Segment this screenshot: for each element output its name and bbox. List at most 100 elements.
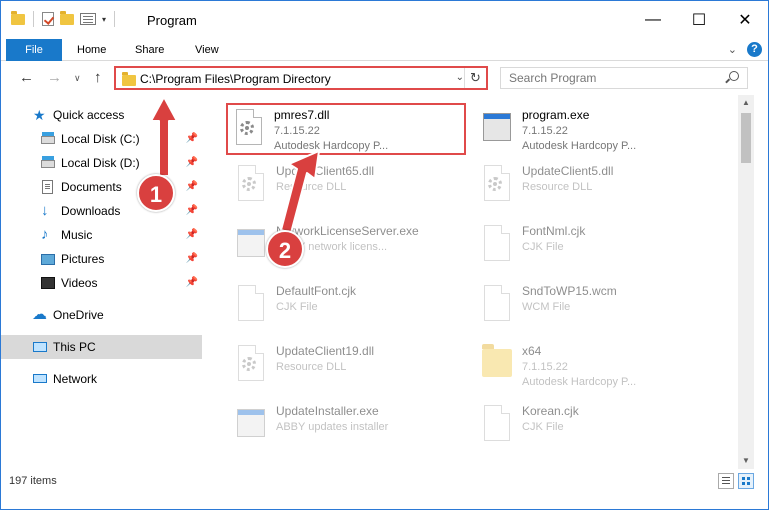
file-detail: WCM File: [522, 301, 571, 313]
pin-icon[interactable]: 📌: [186, 181, 198, 192]
details-view-icon[interactable]: [718, 473, 734, 489]
address-path: C:\Program Files\Program Directory: [140, 72, 331, 86]
file-name: Korean.cjk: [522, 404, 579, 418]
file-name: pmres7.dll: [274, 108, 330, 122]
customize-icon[interactable]: [80, 13, 96, 25]
forward-arrow-icon[interactable]: →: [47, 69, 62, 86]
search-input[interactable]: [509, 70, 709, 86]
folder-icon: [122, 72, 136, 86]
sidebar-item-label: Quick access: [53, 108, 125, 122]
toolbar-divider: [33, 11, 34, 27]
pin-icon[interactable]: 📌: [186, 205, 198, 216]
sidebar-item-label: Downloads: [61, 204, 121, 218]
file-tile-pmres7-dll[interactable]: pmres7.dll 7.1.15.22 Autodesk Hardcopy P…: [226, 103, 466, 155]
documents-icon: [42, 180, 53, 194]
file-icon: [234, 285, 266, 325]
file-tile[interactable]: DefaultFont.cjk CJK File: [228, 279, 468, 331]
file-detail: Resource DLL: [276, 361, 347, 373]
minimize-button[interactable]: —: [630, 1, 676, 39]
sidebar-item-label: Music: [61, 228, 93, 242]
file-detail: ABBY updates installer: [276, 421, 389, 433]
file-tile[interactable]: FontNml.cjk CJK File: [474, 219, 714, 271]
file-tile-program-exe[interactable]: program.exe 7.1.15.22 Autodesk Hardcopy …: [474, 103, 714, 155]
title-bar: ▾ Program — ☐ ✕: [1, 1, 768, 39]
pin-icon[interactable]: 📌: [186, 229, 198, 240]
address-bar[interactable]: C:\Program Files\Program Directory ⌄ ↻: [114, 66, 488, 90]
file-tile[interactable]: UpdateInstaller.exe ABBY updates install…: [228, 399, 468, 451]
pictures-icon: [41, 254, 55, 265]
refresh-icon[interactable]: ↻: [464, 68, 486, 88]
sidebar-item-pictures[interactable]: Pictures 📌: [1, 247, 202, 271]
file-detail: 7.1.15.22: [274, 125, 320, 137]
sidebar-item-onedrive[interactable]: ☁ OneDrive: [1, 303, 202, 327]
tab-home[interactable]: Home: [63, 39, 120, 61]
pin-icon[interactable]: 📌: [186, 277, 198, 288]
file-icon: [480, 225, 512, 265]
pin-icon[interactable]: 📌: [186, 133, 198, 144]
search-icon: [729, 71, 739, 81]
file-tile[interactable]: UpdateClient5.dll Resource DLL: [474, 159, 714, 211]
sidebar-item-music[interactable]: ♪ Music 📌: [1, 223, 202, 247]
file-name: program.exe: [522, 108, 590, 122]
dll-gear-icon: [234, 345, 266, 385]
scroll-thumb[interactable]: [741, 113, 751, 163]
close-button[interactable]: ✕: [722, 1, 768, 39]
star-icon: ★: [33, 107, 46, 123]
tab-file[interactable]: File: [6, 39, 62, 61]
tab-view[interactable]: View: [181, 39, 233, 61]
file-name: SndToWP15.wcm: [522, 284, 617, 298]
sidebar-item-quick-access[interactable]: ★ Quick access: [1, 103, 202, 127]
explorer-window: ▾ Program — ☐ ✕ File Home Share View ⌄ ?…: [0, 0, 769, 510]
sidebar-item-videos[interactable]: Videos 📌: [1, 271, 202, 295]
sidebar-item-local-disk-c[interactable]: Local Disk (C:) 📌: [1, 127, 202, 151]
file-tile[interactable]: NetworkLicenseServer.exe BBYY network li…: [228, 219, 468, 271]
disk-icon: [41, 156, 55, 168]
help-icon[interactable]: ?: [747, 42, 762, 57]
exe-icon: [234, 405, 266, 445]
file-tile[interactable]: SndToWP15.wcm WCM File: [474, 279, 714, 331]
file-tile[interactable]: UpdateClient65.dll Resource DLL: [228, 159, 468, 211]
dll-gear-icon: [234, 165, 266, 205]
maximize-button[interactable]: ☐: [676, 1, 722, 39]
properties-check-icon[interactable]: [42, 12, 54, 26]
sidebar-item-label: This PC: [53, 340, 96, 354]
new-folder-icon[interactable]: [60, 10, 74, 25]
window-controls: — ☐ ✕: [630, 1, 768, 39]
vertical-scrollbar[interactable]: ▲ ▼: [738, 95, 754, 469]
file-name: UpdateInstaller.exe: [276, 404, 379, 418]
tab-share[interactable]: Share: [121, 39, 178, 61]
pin-icon[interactable]: 📌: [186, 157, 198, 168]
scroll-down-icon[interactable]: ▼: [738, 453, 754, 469]
sidebar-item-local-disk-d[interactable]: Local Disk (D:) 📌: [1, 151, 202, 175]
large-icons-view-icon[interactable]: [738, 473, 754, 489]
address-dropdown-icon[interactable]: ⌄: [456, 72, 464, 83]
file-detail: 7.1.15.22: [522, 361, 568, 373]
file-name: x64: [522, 344, 542, 358]
file-tile[interactable]: x64 7.1.15.22 Autodesk Hardcopy P...: [474, 339, 714, 391]
step-2-badge: 2: [266, 230, 304, 268]
scroll-up-icon[interactable]: ▲: [738, 95, 754, 111]
navigation-pane: ★ Quick access Local Disk (C:) 📌 Local D…: [1, 95, 202, 465]
sidebar-item-network[interactable]: Network: [1, 367, 202, 391]
music-icon: ♪: [41, 226, 49, 243]
file-name: UpdateClient5.dll: [522, 164, 614, 178]
qat-dropdown-icon[interactable]: ▾: [102, 15, 106, 24]
downloads-icon: ↓: [41, 202, 49, 219]
pin-icon[interactable]: 📌: [186, 253, 198, 264]
back-arrow-icon[interactable]: ←: [19, 69, 34, 86]
dll-gear-icon: [232, 109, 264, 149]
up-arrow-icon[interactable]: ↑: [94, 69, 102, 86]
sidebar-item-label: Local Disk (C:): [61, 132, 140, 146]
file-icon: [480, 285, 512, 325]
sidebar-item-this-pc[interactable]: This PC: [1, 335, 202, 359]
recent-locations-icon[interactable]: ∨: [74, 73, 81, 84]
file-tile[interactable]: Korean.cjk CJK File: [474, 399, 714, 451]
quick-access-toolbar: ▾: [11, 10, 117, 27]
dll-gear-icon: [480, 165, 512, 205]
ribbon-right-controls: ⌄ ?: [728, 42, 762, 57]
expand-ribbon-icon[interactable]: ⌄: [728, 43, 737, 56]
file-tile[interactable]: UpdateClient19.dll Resource DLL: [228, 339, 468, 391]
search-box[interactable]: [500, 67, 748, 89]
file-detail: Autodesk Hardcopy P...: [274, 140, 389, 152]
computer-icon: [33, 342, 47, 352]
